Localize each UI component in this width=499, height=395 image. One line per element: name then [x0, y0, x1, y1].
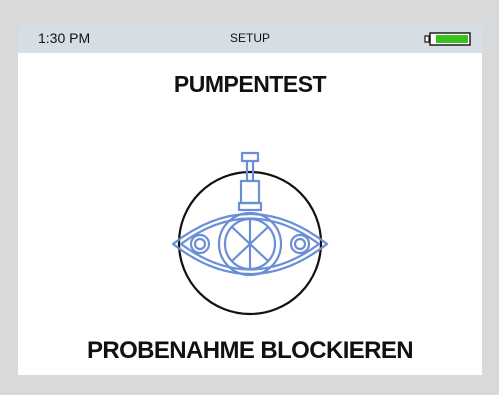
action-label: PROBENAHME BLOCKIEREN	[86, 337, 414, 364]
status-mode: SETUP	[229, 31, 270, 45]
pump-icon	[167, 147, 333, 317]
status-time: 1:30 PM	[38, 30, 91, 46]
battery-full-icon	[424, 32, 472, 46]
status-bar: 1:30 PM SETUP	[18, 25, 482, 53]
device-screen: 1:30 PM SETUP PUMPENTEST PROBENAHME BLOC…	[18, 25, 482, 375]
screen-title: PUMPENTEST	[173, 71, 327, 97]
